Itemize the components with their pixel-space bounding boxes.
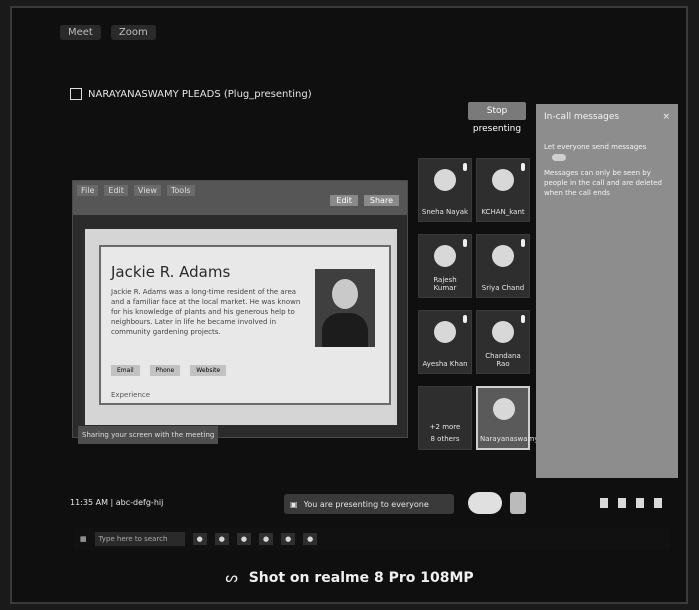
windows-taskbar: ▦ Type here to search ● ● ● ● ● ●: [74, 528, 670, 550]
meeting-title-row: NARAYANASWAMY PLEADS (Plug_presenting): [70, 88, 312, 100]
profile-link: Email: [111, 365, 140, 376]
close-icon[interactable]: ×: [662, 112, 670, 122]
chat-toggle-row: Let everyone send messages: [544, 142, 670, 162]
mic-icon: [521, 163, 525, 171]
avatar: [492, 169, 514, 191]
profile-links: Email Phone Website: [111, 365, 227, 376]
shared-action: Edit: [330, 195, 358, 206]
chat-notice: Messages can only be seen by people in t…: [544, 169, 662, 197]
mic-icon: [463, 239, 467, 247]
participant-name: Sneha Nayak: [421, 208, 469, 216]
people-icon[interactable]: [618, 498, 626, 508]
chat-toggle[interactable]: [552, 153, 566, 161]
participant-tile[interactable]: KCHAN_kant: [476, 158, 530, 222]
present-icon: ▣: [290, 499, 298, 509]
profile-card: Jackie R. Adams Jackie R. Adams was a lo…: [99, 245, 391, 405]
mic-icon: [463, 315, 467, 323]
avatar: [493, 398, 515, 420]
present-button[interactable]: [468, 492, 502, 514]
chat-title: In-call messages: [544, 112, 620, 122]
taskbar-app[interactable]: ●: [236, 533, 251, 545]
profile-link: Website: [190, 365, 227, 376]
participant-tile[interactable]: Ayesha Khan: [418, 310, 472, 374]
shared-tab: View: [133, 185, 161, 196]
taskbar-app[interactable]: ●: [281, 533, 296, 545]
browser-tab[interactable]: Zoom: [110, 24, 156, 40]
chat-icon[interactable]: [636, 498, 644, 508]
shared-tab: File: [77, 185, 99, 196]
participant-tile[interactable]: Sneha Nayak: [418, 158, 472, 222]
profile-photo: [315, 269, 375, 347]
present-icon: [70, 88, 82, 100]
participant-tile[interactable]: Chandana Rao: [476, 310, 530, 374]
participant-name: Sriya Chand: [481, 284, 525, 292]
taskbar-app[interactable]: ●: [214, 533, 229, 545]
mic-icon: [463, 163, 467, 171]
mic-icon: [521, 239, 525, 247]
start-icon[interactable]: ▦: [80, 535, 87, 543]
mic-icon: [521, 315, 525, 323]
avatar: [434, 169, 456, 191]
more-participants-tile[interactable]: +2 more 8 others: [418, 386, 472, 450]
self-participant-tile[interactable]: Narayanaswamy: [476, 386, 539, 450]
chat-toggle-label: Let everyone send messages: [544, 143, 647, 151]
browser-tab[interactable]: Meet: [60, 24, 101, 40]
participant-tile[interactable]: Sriya Chand: [476, 234, 530, 298]
participant-name: Rajesh Kumar: [433, 276, 457, 292]
meeting-clock: 11:35 AM | abc-defg-hij: [70, 498, 164, 507]
avatar: [492, 321, 514, 343]
realme-logo-icon: ᔕ: [225, 570, 238, 586]
camera-watermark: ᔕ Shot on realme 8 Pro 108MP: [225, 570, 474, 586]
participant-sub: 8 others: [430, 435, 460, 443]
shared-screen: File Edit View Tools Edit Share Jackie R…: [72, 180, 408, 438]
shared-tab: Edit: [104, 185, 128, 196]
taskbar-app[interactable]: ●: [303, 533, 318, 545]
meeting-control-bar: 11:35 AM | abc-defg-hij ▣ You are presen…: [70, 492, 678, 518]
meeting-title: NARAYANASWAMY PLEADS (Plug_presenting): [88, 88, 312, 100]
browser-tab-strip: Meet Zoom: [60, 18, 660, 46]
taskbar-app[interactable]: ●: [258, 533, 274, 545]
card-footer: Experience: [111, 391, 151, 399]
taskbar-app[interactable]: ●: [192, 533, 207, 545]
shared-tab: Tools: [166, 185, 195, 196]
end-call-button[interactable]: [510, 492, 526, 514]
info-icon[interactable]: [600, 498, 608, 508]
profile-bio: Jackie R. Adams was a long-time resident…: [111, 288, 301, 336]
participant-name: +2 more: [429, 423, 461, 431]
chat-panel: In-call messages × Let everyone send mes…: [536, 104, 678, 478]
side-controls: [600, 498, 662, 508]
participant-tile[interactable]: Rajesh Kumar: [418, 234, 472, 298]
participant-name: Ayesha Khan: [422, 360, 468, 368]
participant-grid: Sneha Nayak KCHAN_kant Rajesh Kumar Sriy…: [418, 158, 539, 458]
shared-app-toolbar: File Edit View Tools Edit Share: [73, 181, 407, 215]
participant-name: Narayanaswamy: [480, 435, 539, 443]
participant-name: KCHAN_kant: [481, 208, 525, 216]
avatar: [434, 245, 456, 267]
participant-name: Chandana Rao: [485, 352, 521, 368]
shared-action: Share: [363, 195, 399, 206]
activities-icon[interactable]: [654, 498, 662, 508]
taskbar-search[interactable]: Type here to search: [94, 532, 185, 546]
stop-presenting-button[interactable]: Stop presenting: [468, 102, 526, 134]
avatar: [492, 245, 514, 267]
profile-link: Phone: [149, 365, 181, 376]
avatar: [434, 321, 456, 343]
presenting-status: ▣ You are presenting to everyone: [284, 494, 454, 514]
sharing-notice: Sharing your screen with the meeting: [78, 426, 218, 444]
document-page: Jackie R. Adams Jackie R. Adams was a lo…: [85, 229, 397, 425]
